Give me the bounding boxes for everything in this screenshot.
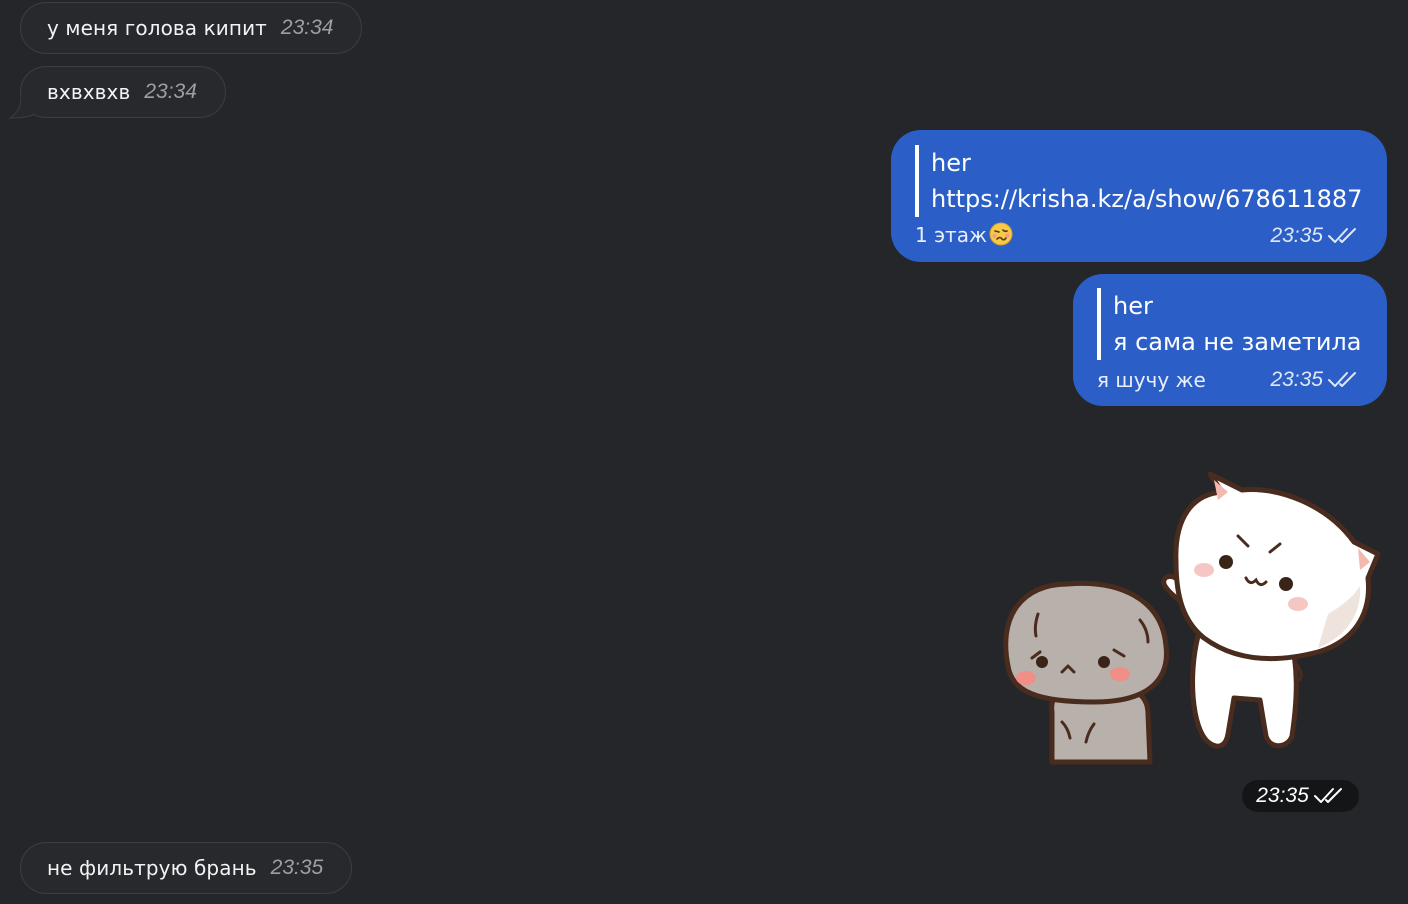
bubble-tail xyxy=(9,97,33,119)
quote-text: я сама не заметила xyxy=(1113,328,1362,356)
woozy-face-icon xyxy=(989,222,1013,246)
message-time: 23:35 xyxy=(1270,224,1323,247)
message-meta: 23:35 xyxy=(1270,224,1359,248)
incoming-message[interactable]: у меня голова кипит 23:34 xyxy=(20,2,363,54)
message-text-row: 1 этаж xyxy=(915,222,1013,247)
message-text: вхвхвхв xyxy=(47,80,131,104)
reply-quote[interactable]: her https://krisha.kz/a/show/678611887 xyxy=(915,145,1362,217)
message-time: 23:35 xyxy=(1270,368,1323,391)
message-text: у меня голова кипит xyxy=(47,16,267,40)
message-time: 23:34 xyxy=(280,16,334,39)
sticker-meta: 23:35 xyxy=(1242,780,1359,812)
read-checkmarks-icon xyxy=(1313,788,1342,803)
reply-quote[interactable]: her я сама не заметила xyxy=(1097,288,1361,360)
read-checkmarks-icon xyxy=(1328,372,1356,387)
cat-sticker[interactable] xyxy=(998,466,1390,766)
message-meta: 23:35 xyxy=(1270,368,1359,392)
read-checkmarks-icon xyxy=(1328,228,1356,243)
message-time: 23:35 xyxy=(270,856,324,879)
message-time: 23:35 xyxy=(1256,784,1309,807)
message-text: не фильтрую брань xyxy=(47,856,257,880)
incoming-message[interactable]: вхвхвхв 23:34 xyxy=(20,66,226,118)
message-text: 1 этаж xyxy=(915,223,987,247)
message-text: я шучу же xyxy=(1097,368,1206,392)
quote-author: her xyxy=(931,149,971,177)
chat-history[interactable]: у меня голова кипит 23:34 вхвхвхв 23:34 … xyxy=(0,0,1408,904)
quote-author: her xyxy=(1113,292,1153,320)
outgoing-message[interactable]: her я сама не заметила я шучу же 23:35 xyxy=(1073,274,1387,406)
incoming-message[interactable]: не фильтрую брань 23:35 xyxy=(20,842,353,894)
quote-text: https://krisha.kz/a/show/678611887 xyxy=(931,185,1363,213)
message-time: 23:34 xyxy=(144,80,197,103)
outgoing-message[interactable]: her https://krisha.kz/a/show/678611887 1… xyxy=(891,130,1387,262)
